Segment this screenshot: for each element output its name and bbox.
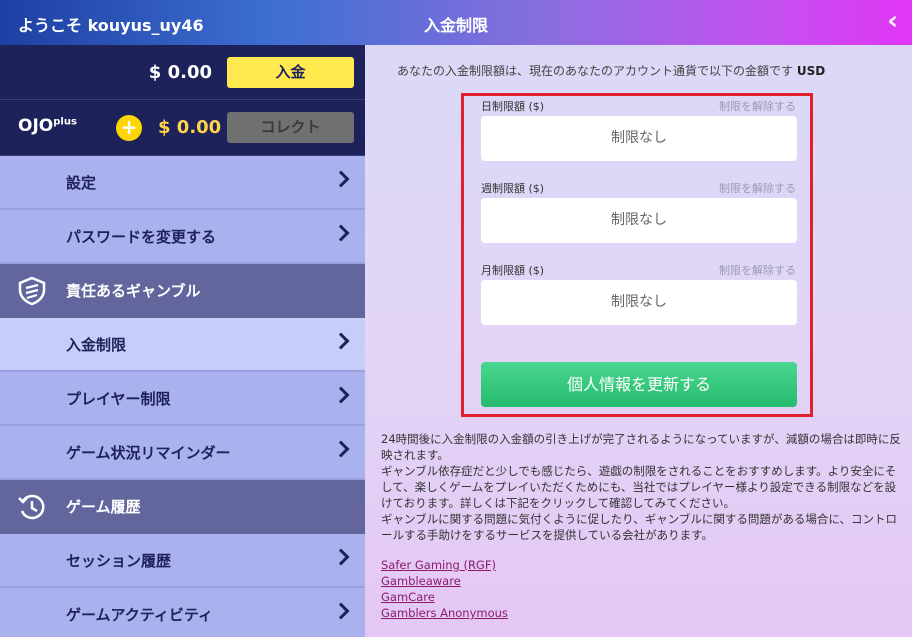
menu-item-change-password[interactable]: パスワードを変更する xyxy=(0,210,365,264)
menu-item-game-activity[interactable]: ゲームアクティビティ xyxy=(0,588,365,637)
menu-item-settings[interactable]: 設定 xyxy=(0,156,365,210)
section-responsible-gambling: 責任あるギャンブル xyxy=(0,264,365,318)
menu-item-label: ゲームアクティビティ xyxy=(66,606,214,624)
menu-item-label: パスワードを変更する xyxy=(66,228,217,246)
ojo-logo-text: OJO xyxy=(18,116,54,136)
daily-limit-input[interactable]: 制限なし xyxy=(481,116,797,161)
limits-form: 日制限額 ($) 制限を解除する 制限なし 週制限額 ($) 制限を解除する 制… xyxy=(461,93,813,417)
daily-remove-link[interactable]: 制限を解除する xyxy=(719,98,796,114)
app-header: ようこそ kouyus_uy46 入金制限 ‹ xyxy=(0,0,912,45)
balance-row: $ 0.00 入金 xyxy=(0,45,365,100)
ojoplus-row: OJOplus + $ 0.00 コレクト xyxy=(0,100,365,156)
notice-paragraph: ギャンブルに関する問題に気付くように促したり、ギャンブルに関する問題がある場合に… xyxy=(381,512,897,542)
monthly-remove-link[interactable]: 制限を解除する xyxy=(719,262,796,278)
limits-intro: あなたの入金制限額は、現在のあなたのアカウント通貨で以下の金額です USD xyxy=(397,62,825,79)
chevron-right-icon xyxy=(332,440,350,458)
monthly-limit-label: 月制限額 ($) xyxy=(481,264,545,277)
notice-paragraph: ギャンブル依存症だと少しでも感じたら、遊戯の制限をされることをおすすめします。よ… xyxy=(381,464,897,510)
ojoplus-logo: OJOplus xyxy=(18,116,77,136)
currency-code: USD xyxy=(796,64,826,78)
weekly-limit-label: 週制限額 ($) xyxy=(481,182,545,195)
link-gamblers-anonymous[interactable]: Gamblers Anonymous xyxy=(381,605,508,621)
menu-item-label: プレイヤー制限 xyxy=(66,390,171,408)
main-content: あなたの入金制限額は、現在のあなたのアカウント通貨で以下の金額です USD 日制… xyxy=(365,45,912,637)
help-links: Safer Gaming (RGF) Gambleaware GamCare G… xyxy=(381,557,508,621)
chevron-right-icon xyxy=(332,170,350,188)
chevron-right-icon xyxy=(332,332,350,350)
menu-item-label: 設定 xyxy=(66,174,97,192)
deposit-button[interactable]: 入金 xyxy=(227,57,354,88)
section-label: ゲーム履歴 xyxy=(66,498,141,516)
menu-item-label: 入金制限 xyxy=(66,336,127,354)
link-gamcare[interactable]: GamCare xyxy=(381,589,508,605)
back-chevron-icon[interactable]: ‹ xyxy=(887,6,898,36)
link-gambleaware[interactable]: Gambleaware xyxy=(381,573,508,589)
plus-coin-icon: + xyxy=(116,115,142,141)
sidebar: $ 0.00 入金 OJOplus + $ 0.00 コレクト 設定 パスワード… xyxy=(0,45,365,637)
monthly-limit-input[interactable]: 制限なし xyxy=(481,280,797,325)
update-button[interactable]: 個人情報を更新する xyxy=(481,362,797,407)
section-label: 責任あるギャンブル xyxy=(66,282,201,300)
chevron-right-icon xyxy=(332,548,350,566)
ojoplus-amount: $ 0.00 xyxy=(158,117,222,138)
ojo-logo-sup: plus xyxy=(53,116,77,128)
chevron-right-icon xyxy=(332,386,350,404)
weekly-remove-link[interactable]: 制限を解除する xyxy=(719,180,796,196)
history-clock-icon xyxy=(18,494,45,520)
shield-icon xyxy=(18,276,46,306)
limits-notice: 24時間後に入金制限の入金額の引き上げが完了されるようになっていますが、減額の場… xyxy=(381,431,901,543)
weekly-limit-input[interactable]: 制限なし xyxy=(481,198,797,243)
section-game-history: ゲーム履歴 xyxy=(0,480,365,534)
collect-button[interactable]: コレクト xyxy=(227,112,354,143)
balance-amount: $ 0.00 xyxy=(148,62,212,83)
daily-limit-label: 日制限額 ($) xyxy=(481,100,545,113)
page-title: 入金制限 xyxy=(423,16,488,35)
intro-text: あなたの入金制限額は、現在のあなたのアカウント通貨で以下の金額です xyxy=(397,64,794,78)
link-safer-gaming[interactable]: Safer Gaming (RGF) xyxy=(381,557,508,573)
menu-item-label: ゲーム状況リマインダー xyxy=(66,444,231,462)
menu-item-player-limits[interactable]: プレイヤー制限 xyxy=(0,372,365,426)
notice-paragraph: 24時間後に入金制限の入金額の引き上げが完了されるようになっていますが、減額の場… xyxy=(381,432,901,462)
chevron-right-icon xyxy=(332,602,350,620)
menu-item-deposit-limits[interactable]: 入金制限 xyxy=(0,318,365,372)
menu-item-session-history[interactable]: セッション履歴 xyxy=(0,534,365,588)
menu-item-label: セッション履歴 xyxy=(66,552,172,570)
menu-item-reality-check[interactable]: ゲーム状況リマインダー xyxy=(0,426,365,480)
chevron-right-icon xyxy=(332,224,350,242)
